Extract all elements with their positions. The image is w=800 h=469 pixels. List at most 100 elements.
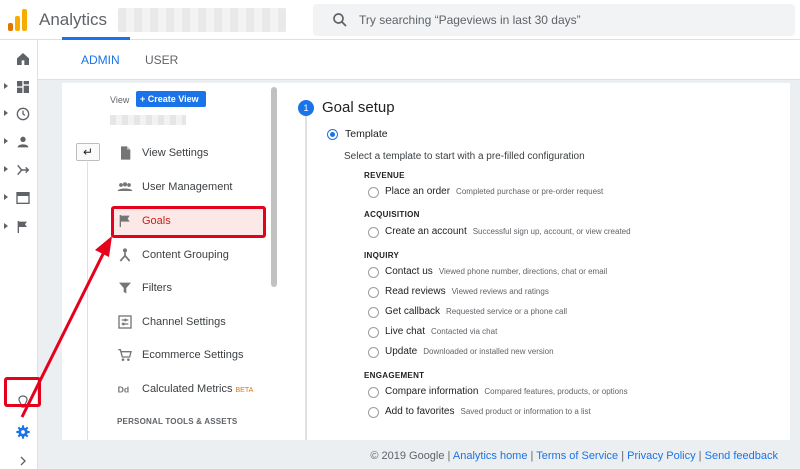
goal-radio[interactable] [368, 227, 379, 238]
goal-name: Compare information [385, 386, 479, 397]
rail-admin[interactable] [0, 419, 38, 445]
rail-home[interactable] [0, 46, 38, 72]
tab-user[interactable]: USER [145, 53, 178, 67]
footer-link-terms[interactable]: Terms of Service [536, 450, 618, 462]
view-selector[interactable] [110, 115, 186, 125]
rail-realtime[interactable] [0, 101, 38, 127]
group-title-engagement: ENGAGEMENT [364, 371, 425, 380]
goal-setup-title: Goal setup [322, 99, 395, 116]
expand-arrow-icon [4, 138, 8, 144]
menu-item-filters[interactable]: Filters [117, 276, 265, 302]
goal-description: Requested service or a phone call [446, 307, 567, 316]
users-icon [117, 182, 133, 191]
goal-name: Update [385, 346, 418, 357]
goal-name: Add to favorites [385, 406, 455, 417]
behavior-icon [16, 192, 30, 204]
account-selector[interactable] [118, 8, 286, 32]
goal-radio[interactable] [368, 267, 379, 278]
grouping-icon [119, 248, 131, 262]
menu-item-user-management[interactable]: User Management [117, 175, 265, 201]
expand-arrow-icon [4, 83, 8, 89]
goal-radio[interactable] [368, 187, 379, 198]
clock-icon [16, 107, 30, 121]
menu-item-view-settings[interactable]: View Settings [117, 141, 265, 167]
svg-text:Dd: Dd [118, 384, 130, 394]
menu-item-label: Channel Settings [142, 316, 226, 328]
goal-name: Contact us [385, 266, 433, 277]
goal-name: Create an account [385, 226, 467, 237]
channel-icon [118, 315, 132, 329]
goal-description: Saved product or information to a list [460, 407, 591, 416]
group-title-revenue: REVENUE [364, 171, 405, 180]
filter-icon [119, 282, 131, 294]
view-label: View [110, 95, 130, 105]
search-input[interactable]: Try searching “Pageviews in last 30 days… [359, 13, 581, 27]
menu-item-label: Filters [142, 282, 172, 294]
goal-description: Contacted via chat [431, 327, 498, 336]
menu-item-label: Content Grouping [142, 249, 229, 261]
goal-name: Place an order [385, 186, 451, 197]
gear-icon [16, 425, 30, 439]
expand-arrow-icon [4, 223, 8, 229]
footer-link-analytics-home[interactable]: Analytics home [453, 450, 528, 462]
goal-description: Viewed phone number, directions, chat or… [438, 267, 608, 276]
analytics-logo-icon[interactable] [8, 9, 28, 31]
menu-item-label: Calculated Metrics BETA [142, 383, 254, 395]
footer: © 2019 Google | Analytics home | Terms o… [370, 450, 778, 462]
admin-panel: View + Create View ↵ View Settings User … [62, 83, 790, 440]
search-bar[interactable]: Try searching “Pageviews in last 30 days… [313, 4, 795, 36]
expand-arrow-icon [4, 110, 8, 116]
menu-item-goals[interactable]: Goals [117, 209, 265, 235]
rail-acquisition[interactable] [0, 157, 38, 183]
group-title-inquiry: INQUIRY [364, 251, 400, 260]
rail-behavior[interactable] [0, 185, 38, 211]
person-icon [17, 136, 29, 148]
menu-item-label: User Management [142, 181, 233, 193]
goal-description: Viewed reviews and ratings [451, 287, 549, 296]
template-label: Template [345, 128, 388, 140]
create-view-button[interactable]: + Create View [136, 91, 206, 107]
group-title-acquisition: ACQUISITION [364, 210, 420, 219]
dd-icon: Dd [118, 384, 130, 394]
menu-item-label: Ecommerce Settings [142, 349, 244, 361]
back-button[interactable]: ↵ [76, 143, 100, 161]
template-instruction: Select a template to start with a pre-fi… [344, 151, 585, 162]
acquisition-icon [17, 164, 30, 176]
rail-collapse[interactable] [0, 448, 38, 469]
menu-item-label: View Settings [142, 147, 209, 159]
goal-description: Downloaded or installed new version [423, 347, 554, 356]
menu-item-calculated-metrics[interactable]: Dd Calculated Metrics BETA [117, 377, 265, 403]
goal-name: Live chat [385, 326, 426, 337]
dashboard-icon [17, 81, 29, 93]
menu-item-channel-settings[interactable]: Channel Settings [117, 310, 265, 336]
goal-radio[interactable] [368, 327, 379, 338]
goal-description: Compared features, products, or options [484, 387, 628, 396]
cart-icon [118, 349, 132, 361]
rail-conversions[interactable] [0, 214, 38, 240]
goal-radio[interactable] [368, 407, 379, 418]
menu-item-ecommerce-settings[interactable]: Ecommerce Settings [117, 343, 265, 369]
column-divider [87, 162, 88, 440]
goal-radio[interactable] [368, 307, 379, 318]
search-icon [333, 13, 347, 27]
rail-audience[interactable] [0, 129, 38, 155]
rail-customization[interactable] [0, 74, 38, 100]
goal-name: Get callback [385, 306, 441, 317]
tab-admin[interactable]: ADMIN [81, 53, 120, 67]
goal-radio[interactable] [368, 387, 379, 398]
menu-item-content-grouping[interactable]: Content Grouping [117, 243, 265, 269]
goal-radio[interactable] [368, 347, 379, 358]
goal-radio[interactable] [368, 287, 379, 298]
goal-description: Successful sign up, account, or view cre… [472, 227, 631, 236]
goal-name: Read reviews [385, 286, 446, 297]
chevron-right-icon [20, 456, 26, 466]
flag-icon [17, 221, 27, 233]
menu-scrollbar[interactable] [271, 87, 277, 287]
back-arrow-icon: ↵ [82, 145, 94, 159]
menu-item-label: Goals [142, 215, 171, 227]
beta-badge: BETA [235, 387, 254, 394]
template-radio[interactable] [327, 129, 338, 140]
footer-link-feedback[interactable]: Send feedback [705, 450, 778, 462]
top-bar: Analytics Try searching “Pageviews in la… [0, 0, 800, 40]
footer-link-privacy[interactable]: Privacy Policy [627, 450, 695, 462]
